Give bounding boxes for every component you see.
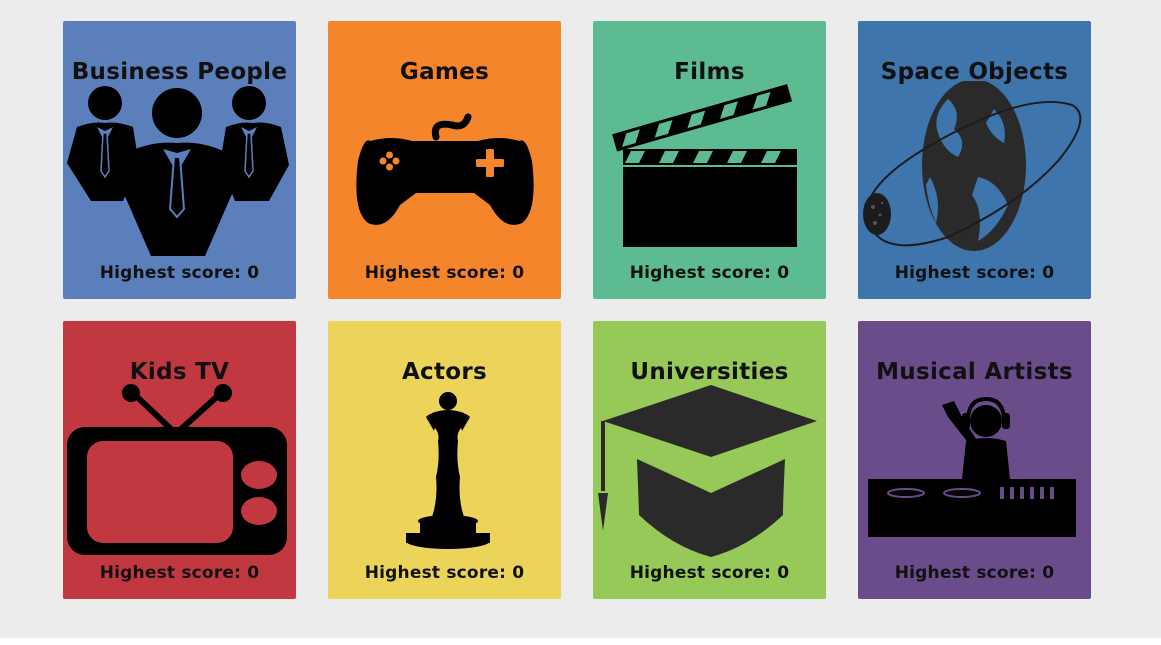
highest-score-label: Highest score: 0	[629, 263, 790, 283]
highest-score-label: Highest score: 0	[629, 563, 790, 583]
highest-score-value: 0	[512, 263, 525, 283]
highest-score-value: 0	[512, 563, 525, 583]
highest-score-value: 0	[1042, 563, 1055, 583]
planet-orbit-icon	[858, 81, 1091, 261]
clapperboard-icon	[593, 81, 826, 261]
oscar-statue-icon	[328, 381, 561, 561]
highest-score-value: 0	[247, 263, 260, 283]
business-people-icon	[63, 81, 296, 261]
category-card-kids-tv[interactable]: Kids TV Highest score: 0	[63, 321, 296, 599]
highest-score-label: Highest score: 0	[894, 563, 1055, 583]
highest-score-label: Highest score: 0	[364, 563, 525, 583]
category-card-musical-artists[interactable]: Musical Artists Highest score: 0	[858, 321, 1091, 599]
category-card-business-people[interactable]: Business People Highest score: 0	[63, 21, 296, 299]
highest-score-value: 0	[777, 263, 790, 283]
category-board: Business People Highest score: 0 Games H…	[0, 0, 1161, 638]
highest-score-label: Highest score: 0	[99, 263, 260, 283]
retro-tv-icon	[63, 381, 296, 561]
graduation-cap-icon	[593, 381, 826, 561]
category-card-space-objects[interactable]: Space Objects Highest score: 0	[858, 21, 1091, 299]
category-card-actors[interactable]: Actors Highest score: 0	[328, 321, 561, 599]
highest-score-label: Highest score: 0	[99, 563, 260, 583]
highest-score-label: Highest score: 0	[894, 263, 1055, 283]
highest-score-value: 0	[247, 563, 260, 583]
dj-icon	[858, 381, 1091, 561]
category-card-films[interactable]: Films Highest score: 0	[593, 21, 826, 299]
highest-score-value: 0	[1042, 263, 1055, 283]
gamepad-icon	[328, 81, 561, 261]
highest-score-label: Highest score: 0	[364, 263, 525, 283]
highest-score-value: 0	[777, 563, 790, 583]
category-card-universities[interactable]: Universities Highest score: 0	[593, 321, 826, 599]
category-card-games[interactable]: Games Highest score: 0	[328, 21, 561, 299]
